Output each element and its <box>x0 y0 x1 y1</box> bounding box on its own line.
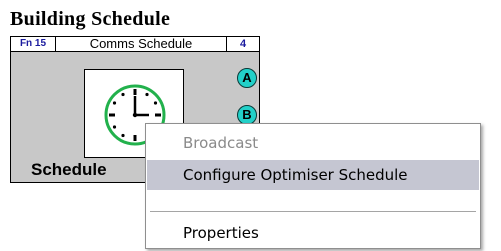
function-number-text: Fn 15 <box>19 38 47 49</box>
menu-item-configure-optimiser-schedule[interactable]: Configure Optimiser Schedule <box>147 160 479 190</box>
port-a[interactable]: A <box>237 68 257 88</box>
block-number-label: 4 <box>239 38 247 50</box>
block-caption: Schedule <box>31 160 107 179</box>
block-title: Building Schedule <box>10 8 171 30</box>
menu-item-properties[interactable]: Properties <box>147 218 479 248</box>
block-header-bar: Fn 15 Comms Schedule 4 <box>10 36 260 52</box>
schedule-name-label: Comms Schedule <box>56 37 227 51</box>
function-number-label: Fn 15 <box>11 37 56 51</box>
menu-item-broadcast: Broadcast <box>183 134 259 152</box>
menu-separator <box>150 211 476 212</box>
port-b[interactable]: B <box>237 105 257 125</box>
context-menu: Broadcast Configure Optimiser Schedule P… <box>145 123 481 249</box>
